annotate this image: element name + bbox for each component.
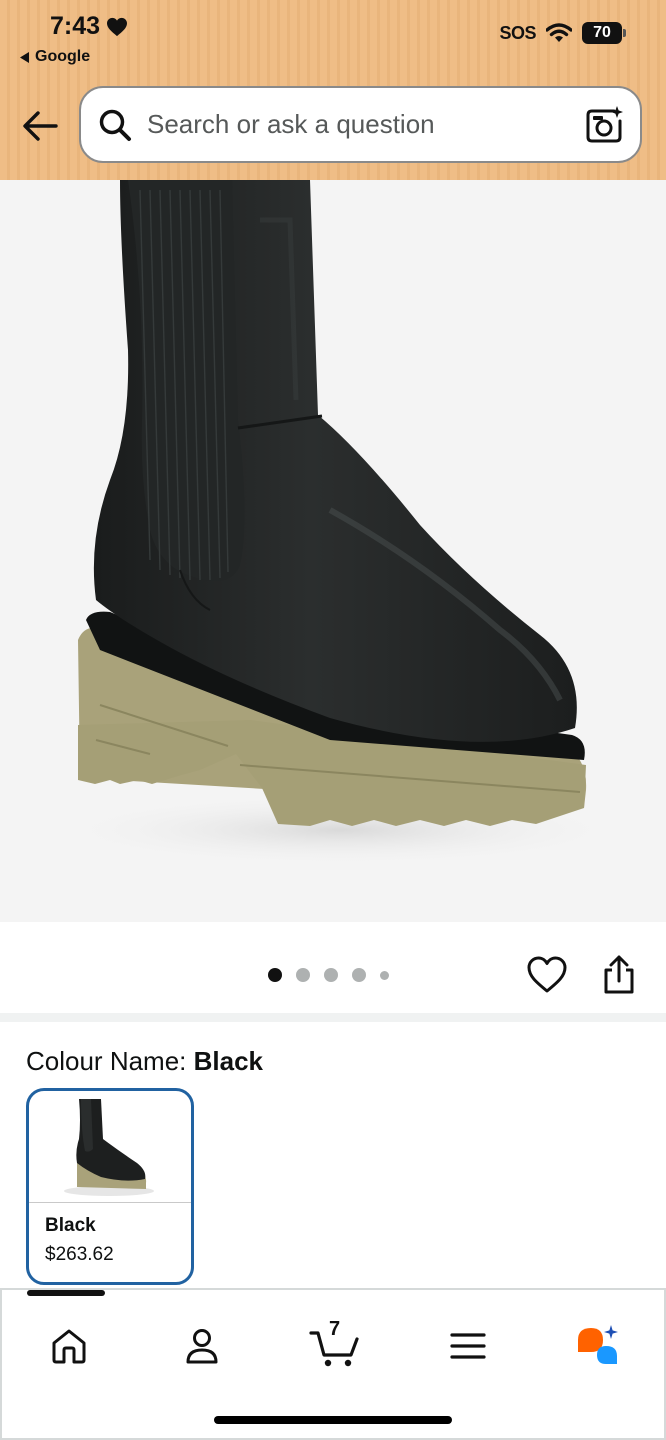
carousel-dot-4[interactable] [352,968,366,982]
swatch-price: $263.62 [45,1244,114,1265]
carousel-dot-5[interactable] [380,970,389,980]
nav-cart[interactable]: 7 [306,1318,364,1374]
image-carousel-controls [0,922,666,1016]
back-app-label: Google [35,48,91,65]
nav-rufus[interactable] [570,1318,626,1374]
colour-selected-value: Black [193,1046,264,1076]
cart-count: 7 [329,1318,341,1340]
nav-menu[interactable] [440,1318,496,1374]
wifi-icon [546,23,572,42]
heart-icon [107,17,128,36]
colour-label-prefix: Colour Name: [26,1046,194,1076]
swatch-name: Black [45,1215,96,1236]
back-arrow-icon[interactable] [20,106,60,146]
swatch-thumbnail [29,1091,191,1203]
status-time: 7:43 [50,12,128,41]
carousel-dot-2[interactable] [296,968,310,982]
carousel-dot-1[interactable] [268,968,282,982]
status-time-text: 7:43 [50,12,101,40]
account-icon [186,1329,218,1364]
active-tab-indicator [27,1290,105,1296]
carousel-dot-3[interactable] [324,968,338,982]
boot-image [50,180,630,866]
nav-account[interactable] [174,1318,230,1374]
app-header: 7:43 Google SOS 70 Search or ask a quest… [0,0,666,180]
wishlist-heart-icon[interactable] [526,954,568,996]
back-triangle-icon [20,51,29,63]
home-indicator-bar [214,1416,452,1424]
swatch-boot-image [64,1099,154,1196]
share-icon[interactable] [600,954,638,996]
nav-home[interactable] [41,1318,97,1374]
status-indicators: SOS 70 [499,22,626,44]
sos-indicator: SOS [499,22,536,43]
product-image[interactable] [0,180,666,922]
search-icon [99,109,131,141]
back-to-app[interactable]: Google [20,48,90,66]
battery-level: 70 [593,24,611,41]
carousel-dots[interactable] [268,968,389,982]
battery-indicator: 70 [582,22,626,44]
rufus-assistant-icon [578,1325,618,1364]
colour-swatch-black[interactable]: Black $263.62 [26,1088,194,1285]
section-divider [0,1013,666,1022]
camera-search-icon[interactable] [584,105,624,145]
home-icon [52,1329,86,1364]
search-bar[interactable]: Search or ask a question [79,86,642,163]
search-input[interactable]: Search or ask a question [147,109,584,140]
menu-icon [450,1333,486,1359]
colour-name-label: Colour Name: Black [26,1046,263,1077]
